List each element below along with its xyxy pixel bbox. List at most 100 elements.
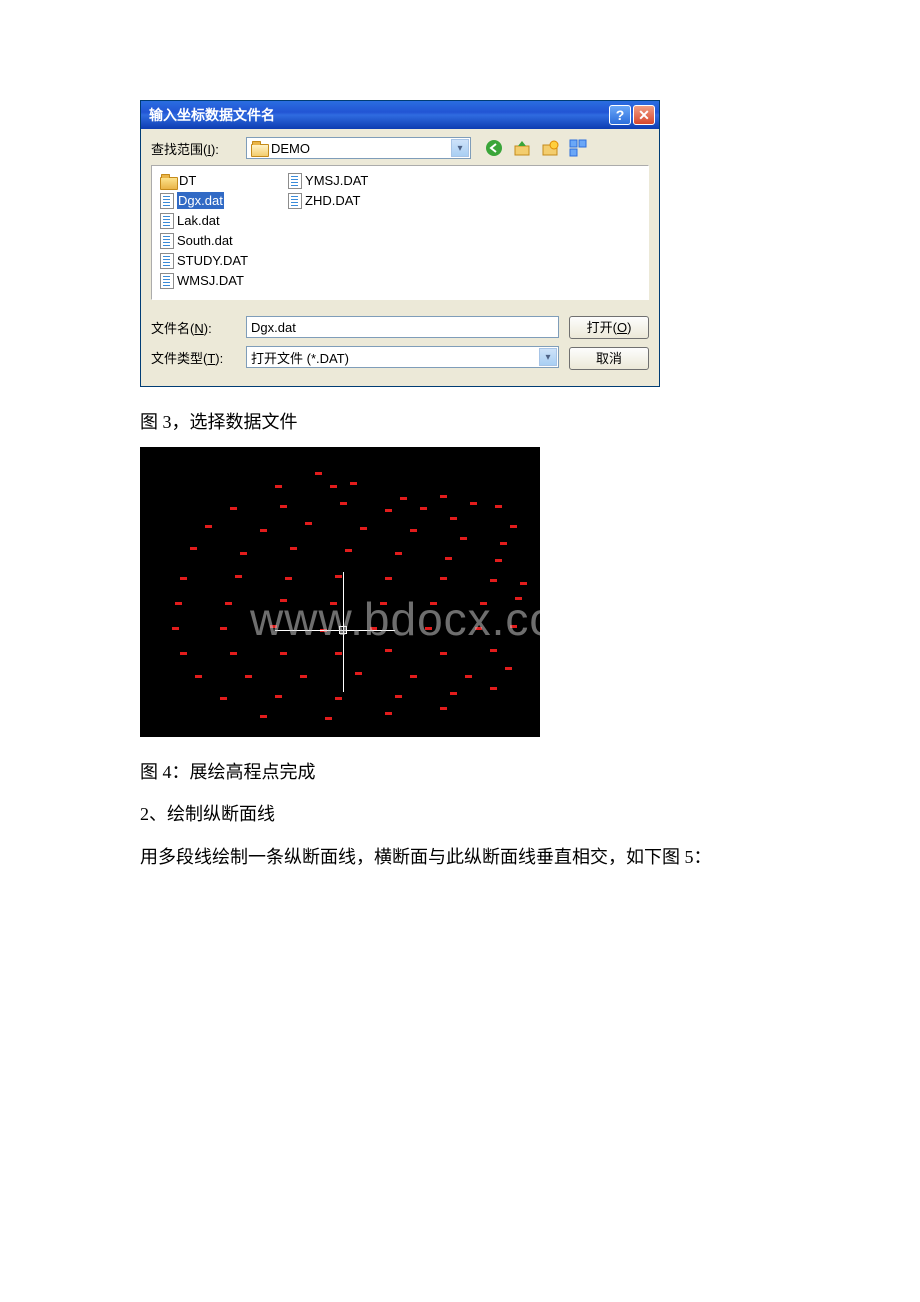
elevation-point	[230, 652, 237, 655]
file-item[interactable]: STUDY.DAT	[160, 252, 248, 269]
elevation-point	[280, 599, 287, 602]
elevation-point	[280, 505, 287, 508]
file-name-label: Dgx.dat	[177, 192, 224, 209]
crosshair-pickbox	[339, 626, 347, 634]
file-icon	[160, 233, 174, 249]
watermark: www.bdocx.com	[250, 592, 540, 646]
file-item[interactable]: ZHD.DAT	[288, 192, 368, 209]
up-level-icon[interactable]	[513, 139, 531, 157]
elevation-point	[445, 557, 452, 560]
elevation-point	[395, 552, 402, 555]
dropdown-arrow-icon[interactable]: ▾	[539, 348, 557, 366]
close-button[interactable]: ✕	[633, 105, 655, 125]
elevation-point	[400, 497, 407, 500]
elevation-point	[290, 547, 297, 550]
file-item[interactable]: DT	[160, 172, 248, 189]
elevation-point	[225, 602, 232, 605]
file-col-1: DT Dgx.dat Lak.dat South.dat STUDY.DAT WMSJ.D…	[160, 172, 248, 293]
dialog-titlebar: 输入坐标数据文件名 ? ✕	[141, 101, 659, 129]
elevation-point	[335, 575, 342, 578]
file-col-2: YMSJ.DAT ZHD.DAT	[288, 172, 368, 293]
elevation-point	[380, 602, 387, 605]
elevation-point	[520, 582, 527, 585]
cancel-button[interactable]: 取消	[569, 347, 649, 370]
file-name-label: YMSJ.DAT	[305, 172, 368, 189]
titlebar-buttons: ? ✕	[609, 105, 655, 125]
elevation-point	[495, 559, 502, 562]
filename-input[interactable]: Dgx.dat	[246, 316, 559, 338]
file-item[interactable]: YMSJ.DAT	[288, 172, 368, 189]
elevation-point	[350, 482, 357, 485]
dropdown-arrow-icon[interactable]: ▾	[451, 139, 469, 157]
filetype-select[interactable]: 打开文件 (*.DAT) ▾	[246, 346, 559, 368]
elevation-point	[385, 509, 392, 512]
file-item[interactable]: Lak.dat	[160, 212, 248, 229]
elevation-point	[172, 627, 179, 630]
elevation-point	[440, 495, 447, 498]
elevation-point	[245, 675, 252, 678]
elevation-point	[285, 577, 292, 580]
file-list-area[interactable]: DT Dgx.dat Lak.dat South.dat STUDY.DAT WMSJ.D…	[151, 165, 649, 300]
file-icon	[160, 253, 174, 269]
elevation-point	[240, 552, 247, 555]
file-name-label: Lak.dat	[177, 212, 220, 229]
elevation-point	[230, 507, 237, 510]
elevation-point	[495, 505, 502, 508]
elevation-point	[330, 485, 337, 488]
elevation-point	[475, 627, 482, 630]
view-menu-icon[interactable]	[569, 139, 587, 157]
file-item[interactable]: WMSJ.DAT	[160, 272, 248, 289]
elevation-point	[335, 697, 342, 700]
file-name-label: STUDY.DAT	[177, 252, 248, 269]
elevation-point	[440, 652, 447, 655]
elevation-point	[385, 712, 392, 715]
file-item[interactable]: South.dat	[160, 232, 248, 249]
elevation-point	[440, 577, 447, 580]
elevation-point	[410, 529, 417, 532]
elevation-point	[450, 517, 457, 520]
elevation-point	[330, 602, 337, 605]
elevation-point	[470, 502, 477, 505]
dialog-toolbar	[485, 139, 587, 157]
elevation-point	[180, 652, 187, 655]
elevation-point	[195, 675, 202, 678]
elevation-point	[505, 667, 512, 670]
elevation-point	[385, 577, 392, 580]
elevation-point	[480, 602, 487, 605]
file-icon	[288, 173, 302, 189]
elevation-point	[410, 675, 417, 678]
elevation-point	[490, 579, 497, 582]
help-button[interactable]: ?	[609, 105, 631, 125]
file-icon	[288, 193, 302, 209]
elevation-point	[235, 575, 242, 578]
elevation-point	[270, 625, 277, 628]
elevation-point	[260, 529, 267, 532]
open-button[interactable]: 打开(O)	[569, 316, 649, 339]
elevation-point	[300, 675, 307, 678]
elevation-point	[425, 627, 432, 630]
file-name-label: South.dat	[177, 232, 233, 249]
new-folder-icon[interactable]	[541, 139, 559, 157]
file-name-label: ZHD.DAT	[305, 192, 360, 209]
lookin-folder-name: DEMO	[271, 141, 310, 156]
elevation-point	[220, 627, 227, 630]
elevation-point	[340, 502, 347, 505]
dialog-title: 输入坐标数据文件名	[149, 105, 275, 125]
file-item[interactable]: Dgx.dat	[160, 192, 248, 209]
cad-viewport: www.bdocx.com	[140, 447, 540, 737]
file-icon	[160, 273, 174, 289]
elevation-point	[510, 625, 517, 628]
elevation-point	[440, 707, 447, 710]
back-icon[interactable]	[485, 139, 503, 157]
folder-icon	[160, 174, 176, 188]
fig4-caption: 图 4：展绘高程点完成	[140, 755, 780, 789]
elevation-point	[205, 525, 212, 528]
elevation-point	[220, 697, 227, 700]
filetype-label: 文件类型(T):	[151, 348, 246, 367]
elevation-point	[385, 649, 392, 652]
elevation-point	[275, 485, 282, 488]
elevation-point	[430, 602, 437, 605]
step2-heading: 2、绘制纵断面线	[140, 797, 780, 831]
file-name-label: DT	[179, 172, 196, 189]
lookin-select[interactable]: DEMO ▾	[246, 137, 471, 159]
